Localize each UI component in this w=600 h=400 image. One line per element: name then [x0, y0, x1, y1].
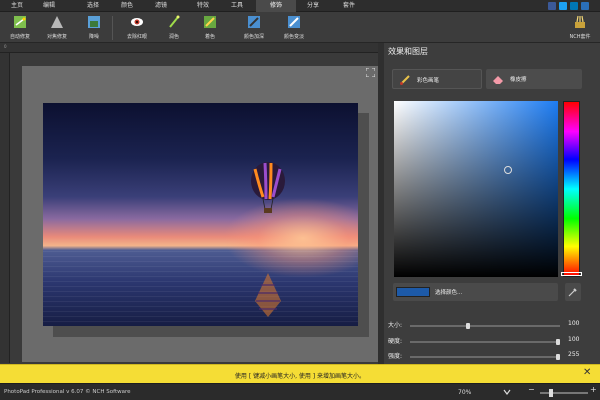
zoom-out-icon[interactable]: −	[528, 385, 535, 394]
size-slider[interactable]	[410, 325, 560, 327]
auto-fix-icon	[14, 16, 26, 28]
menu-edit[interactable]: 编辑	[34, 0, 64, 12]
fullscreen-icon[interactable]	[366, 68, 375, 77]
color-brush-tab[interactable]: 彩色画笔	[392, 69, 482, 89]
size-label: 大小:	[388, 322, 403, 329]
menu-bar: 主页 编辑 选择 颜色 滤镜 特效 工具 修饰 分享 套件	[0, 0, 600, 12]
red-eye-button[interactable]: 去除红眼	[120, 14, 154, 42]
hot-air-balloon	[251, 162, 285, 213]
focus-fix-icon	[51, 16, 63, 28]
menu-select[interactable]: 选择	[78, 0, 108, 12]
nch-suite-label: NCH套件	[569, 34, 591, 40]
burn-button[interactable]: 颜色加深	[234, 14, 274, 42]
smudge-label: 润色	[168, 34, 179, 40]
eraser-label: 橡皮擦	[510, 77, 527, 83]
eyedropper-button[interactable]	[565, 283, 581, 301]
toolbar-divider	[112, 16, 113, 40]
auto-fix-label: 自动修复	[9, 34, 30, 40]
close-icon[interactable]: ✕	[583, 368, 591, 378]
panel-title: 效果和图层	[388, 47, 428, 56]
nch-suite-button[interactable]: NCH套件	[564, 14, 596, 42]
hardness-label: 硬度:	[388, 338, 403, 345]
eraser-icon	[493, 76, 503, 84]
menu-home[interactable]: 主页	[2, 0, 32, 12]
auto-fix-button[interactable]: 自动修复	[4, 14, 36, 42]
menu-suite[interactable]: 套件	[334, 0, 364, 12]
dodge-button[interactable]: 颜色变淡	[274, 14, 314, 42]
colorize-label: 着色	[204, 34, 215, 40]
facebook-icon[interactable]	[548, 2, 556, 10]
menu-filter[interactable]: 滤镜	[146, 0, 176, 12]
smudge-button[interactable]: 润色	[160, 14, 188, 42]
hardness-value: 100	[568, 336, 580, 343]
burn-label: 颜色加深	[243, 34, 264, 40]
zoom-in-icon[interactable]: +	[590, 385, 597, 394]
denoise-label: 降噪	[88, 34, 99, 40]
zoom-level: 70%	[458, 389, 472, 396]
menu-color[interactable]: 颜色	[112, 0, 142, 12]
brush-icon	[400, 75, 410, 85]
picker-cursor[interactable]	[504, 166, 512, 174]
hue-knob[interactable]	[561, 272, 582, 276]
hardness-slider[interactable]	[410, 341, 560, 343]
water-surface	[43, 251, 358, 326]
size-value: 100	[568, 320, 580, 327]
denoise-button[interactable]: 降噪	[80, 14, 108, 42]
retouch-toolbar: 自动修复 对焦修复 降噪 去除红眼 润色 着色 颜色加深 颜色变淡 NCH套件	[0, 12, 600, 43]
wand-icon	[169, 15, 180, 28]
menu-tools[interactable]: 工具	[222, 0, 252, 12]
dodge-icon	[288, 16, 300, 28]
strength-slider-knob[interactable]	[556, 354, 560, 360]
hue-slider[interactable]	[563, 101, 580, 277]
strength-value: 255	[568, 351, 580, 358]
menu-share[interactable]: 分享	[298, 0, 328, 12]
select-color-label: 选择颜色...	[435, 290, 463, 296]
color-brush-label: 彩色画笔	[417, 78, 440, 84]
menu-effects[interactable]: 特效	[188, 0, 218, 12]
menu-retouch[interactable]: 修饰	[256, 0, 296, 12]
hint-text: 使用 [ 键减小画笔大小, 使用 ] 来增加画笔大小。	[234, 373, 366, 380]
eyedropper-icon	[568, 288, 577, 297]
help-icon[interactable]	[581, 2, 589, 10]
denoise-icon	[88, 16, 100, 28]
hint-bar: 使用 [ 键减小画笔大小, 使用 ] 来增加画笔大小。	[0, 364, 600, 383]
linkedin-icon[interactable]	[570, 2, 578, 10]
vertical-ruler	[0, 53, 10, 363]
strength-slider[interactable]	[410, 356, 560, 358]
burn-icon	[248, 16, 260, 28]
colorize-icon	[204, 16, 216, 28]
current-color-swatch	[396, 287, 430, 297]
size-slider-knob[interactable]	[466, 323, 470, 329]
zoom-dropdown-icon[interactable]	[502, 387, 512, 397]
colorize-button[interactable]: 着色	[196, 14, 224, 42]
twitter-icon[interactable]	[559, 2, 567, 10]
strength-label: 强度:	[388, 353, 403, 360]
red-eye-label: 去除红眼	[126, 34, 147, 40]
zoom-slider[interactable]	[540, 392, 588, 394]
color-picker-field[interactable]	[394, 101, 558, 277]
balloon-reflection	[255, 273, 281, 317]
app-version-text: PhotoPad Professional v 6.07 © NCH Softw…	[4, 389, 131, 395]
suite-icon	[575, 15, 585, 28]
focus-fix-label: 对焦修复	[46, 34, 67, 40]
horizontal-ruler: 0	[0, 43, 378, 53]
dodge-label: 颜色变淡	[283, 34, 304, 40]
hardness-slider-knob[interactable]	[556, 339, 560, 345]
focus-fix-button[interactable]: 对焦修复	[40, 14, 74, 42]
eraser-tab[interactable]: 橡皮擦	[486, 69, 582, 89]
photopad-window: 主页 编辑 选择 颜色 滤镜 特效 工具 修饰 分享 套件 自动修复 对焦修复	[0, 0, 600, 400]
zoom-slider-knob[interactable]	[549, 389, 553, 397]
balloon-photo[interactable]	[43, 103, 358, 326]
eye-icon	[131, 18, 143, 26]
